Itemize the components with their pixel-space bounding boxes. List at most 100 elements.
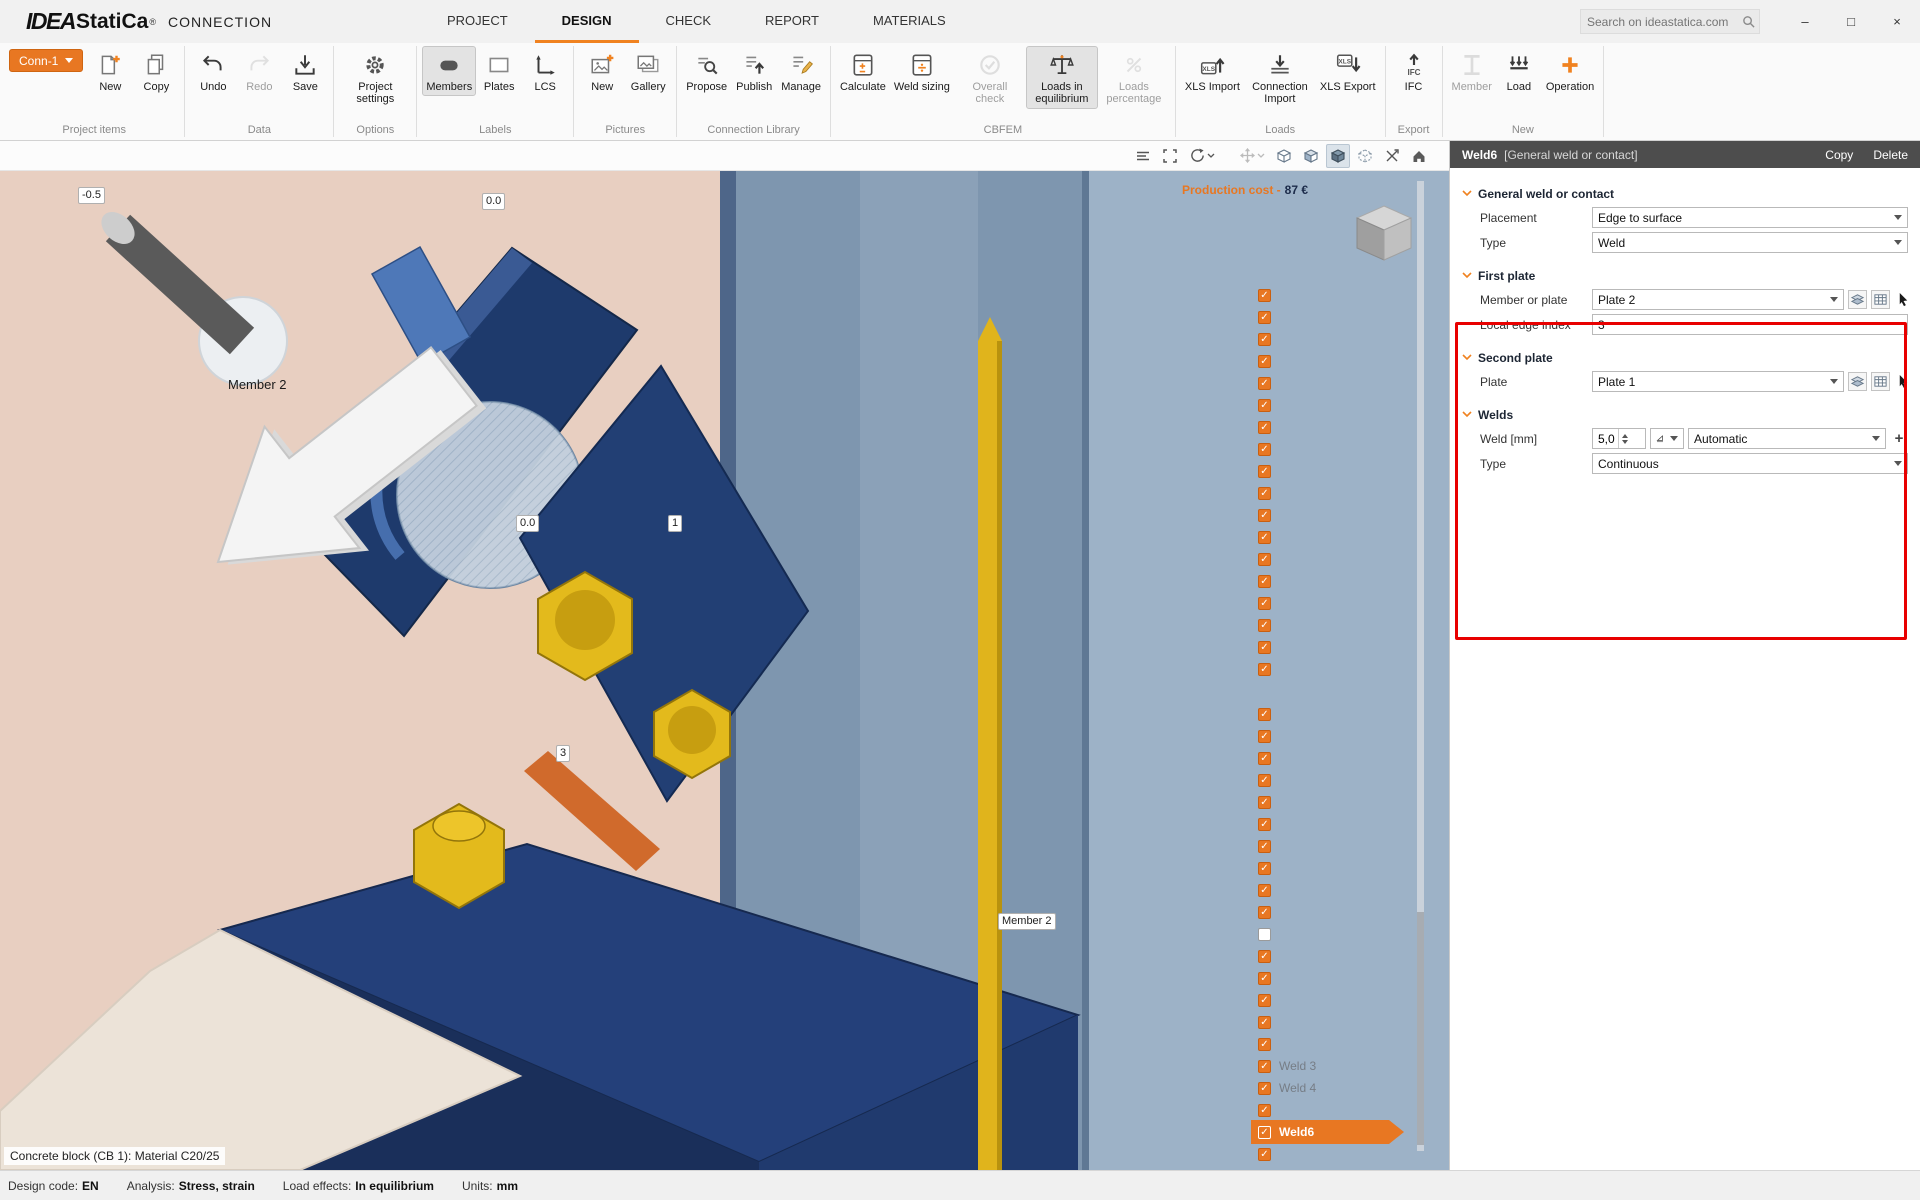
viewport-3d-scene[interactable]: -0.5 0.0 0.0 1 3 Member 2 Member 2 Produ…: [0, 171, 1449, 1170]
checkbox-icon[interactable]: [1258, 487, 1271, 500]
tree-item[interactable]: [1258, 548, 1420, 570]
tab-materials[interactable]: MATERIALS: [846, 0, 973, 43]
members-labels-button[interactable]: Members: [422, 46, 476, 96]
propose-button[interactable]: Propose: [682, 46, 731, 96]
weld-sizing-button[interactable]: Weld sizing: [890, 46, 954, 96]
tree-item[interactable]: [1258, 284, 1420, 306]
tree-item[interactable]: [1258, 989, 1420, 1011]
checkbox-icon[interactable]: [1258, 1082, 1271, 1095]
select-in-scene-cursor-icon[interactable]: [1894, 290, 1913, 309]
tree-item[interactable]: [1258, 460, 1420, 482]
delete-weld-button[interactable]: Delete: [1873, 148, 1908, 162]
checkbox-icon[interactable]: [1258, 597, 1271, 610]
checkbox-icon[interactable]: [1258, 708, 1271, 721]
scrollbar-thumb[interactable]: [1417, 912, 1424, 1145]
plate-table-icon[interactable]: [1871, 290, 1890, 309]
weld-symbol-select[interactable]: [1650, 428, 1684, 449]
second-plate-select[interactable]: Plate 1: [1592, 371, 1844, 392]
tree-item[interactable]: [1258, 482, 1420, 504]
copy-item-button[interactable]: Copy: [133, 46, 179, 96]
checkbox-icon[interactable]: [1258, 928, 1271, 941]
tree-item[interactable]: [1258, 416, 1420, 438]
tree-item[interactable]: [1258, 1143, 1420, 1165]
tree-item[interactable]: [1258, 725, 1420, 747]
home-view-icon[interactable]: [1407, 144, 1431, 168]
section-chevron-icon[interactable]: [1462, 272, 1472, 279]
view-cube-transparent-icon[interactable]: [1353, 144, 1377, 168]
tree-item[interactable]: [1258, 1011, 1420, 1033]
connection-selector[interactable]: Conn-1: [9, 49, 83, 72]
checkbox-icon[interactable]: [1258, 1016, 1271, 1029]
save-button[interactable]: Save: [282, 46, 328, 96]
checkbox-icon[interactable]: [1258, 289, 1271, 302]
tree-item[interactable]: [1258, 879, 1420, 901]
placement-select[interactable]: Edge to surface: [1592, 207, 1908, 228]
minimize-button[interactable]: –: [1782, 0, 1828, 43]
manage-button[interactable]: Manage: [777, 46, 825, 96]
checkbox-icon[interactable]: [1258, 355, 1271, 368]
tree-item[interactable]: [1258, 614, 1420, 636]
tree-item[interactable]: [1258, 813, 1420, 835]
checkbox-icon[interactable]: [1258, 1148, 1271, 1161]
xls-import-button[interactable]: XLS Import: [1181, 46, 1244, 96]
lcs-button[interactable]: LCS: [522, 46, 568, 96]
checkbox-icon[interactable]: [1258, 311, 1271, 324]
checkbox-icon[interactable]: [1258, 575, 1271, 588]
tree-item[interactable]: [1258, 1099, 1420, 1121]
tree-item[interactable]: [1258, 791, 1420, 813]
checkbox-icon[interactable]: [1258, 1038, 1271, 1051]
tree-item[interactable]: [1258, 504, 1420, 526]
tree-item[interactable]: [1258, 967, 1420, 989]
weld-size-mode-select[interactable]: Automatic: [1688, 428, 1886, 449]
tree-item[interactable]: [1258, 769, 1420, 791]
section-chevron-icon[interactable]: [1462, 190, 1472, 197]
checkbox-icon[interactable]: [1258, 796, 1271, 809]
checkbox-icon[interactable]: [1258, 1060, 1271, 1073]
copy-weld-button[interactable]: Copy: [1825, 148, 1853, 162]
close-button[interactable]: ×: [1874, 0, 1920, 43]
new-picture-button[interactable]: New: [579, 46, 625, 96]
section-chevron-icon[interactable]: [1462, 354, 1472, 361]
tree-item[interactable]: [1258, 923, 1420, 945]
tree-item[interactable]: [1258, 703, 1420, 725]
tree-item[interactable]: [1258, 570, 1420, 592]
checkbox-icon[interactable]: [1258, 994, 1271, 1007]
maximize-button[interactable]: □: [1828, 0, 1874, 43]
checkbox-icon[interactable]: [1258, 619, 1271, 632]
orbit-icon[interactable]: [1185, 144, 1219, 168]
pick-plates-icon[interactable]: [1848, 372, 1867, 391]
loads-in-equilibrium-button[interactable]: Loads in equilibrium: [1026, 46, 1098, 109]
checkbox-icon[interactable]: [1258, 663, 1271, 676]
tree-item[interactable]: [1258, 372, 1420, 394]
checkbox-icon[interactable]: [1258, 862, 1271, 875]
tab-check[interactable]: CHECK: [639, 0, 739, 43]
tree-item[interactable]: [1258, 394, 1420, 416]
checkbox-icon[interactable]: [1258, 465, 1271, 478]
view-cube-shaded-icon[interactable]: [1299, 144, 1323, 168]
pick-plates-icon[interactable]: [1848, 290, 1867, 309]
navigation-cube[interactable]: [1351, 202, 1417, 269]
checkbox-icon[interactable]: [1258, 818, 1271, 831]
tree-item[interactable]: [1258, 747, 1420, 769]
tree-scrollbar[interactable]: [1417, 181, 1424, 1151]
tree-item[interactable]: [1258, 526, 1420, 548]
checkbox-icon[interactable]: [1258, 421, 1271, 434]
undo-button[interactable]: Undo: [190, 46, 236, 96]
tree-item[interactable]: [1258, 306, 1420, 328]
publish-button[interactable]: Publish: [731, 46, 777, 96]
tree-item[interactable]: [1258, 350, 1420, 372]
checkbox-icon[interactable]: [1258, 509, 1271, 522]
tree-item[interactable]: [1258, 901, 1420, 923]
tree-item[interactable]: Weld 4: [1258, 1077, 1420, 1099]
member-or-plate-select[interactable]: Plate 2: [1592, 289, 1844, 310]
tree-item[interactable]: [1258, 636, 1420, 658]
axes-cross-icon[interactable]: [1380, 144, 1404, 168]
checkbox-icon[interactable]: [1258, 840, 1271, 853]
tree-item[interactable]: [1258, 592, 1420, 614]
checkbox-icon[interactable]: [1258, 730, 1271, 743]
local-edge-index-input[interactable]: 3: [1592, 314, 1908, 335]
search-input[interactable]: [1587, 15, 1742, 29]
weld-continuity-select[interactable]: Continuous: [1592, 453, 1908, 474]
checkbox-icon[interactable]: [1258, 884, 1271, 897]
project-settings-button[interactable]: Project settings: [339, 46, 411, 109]
